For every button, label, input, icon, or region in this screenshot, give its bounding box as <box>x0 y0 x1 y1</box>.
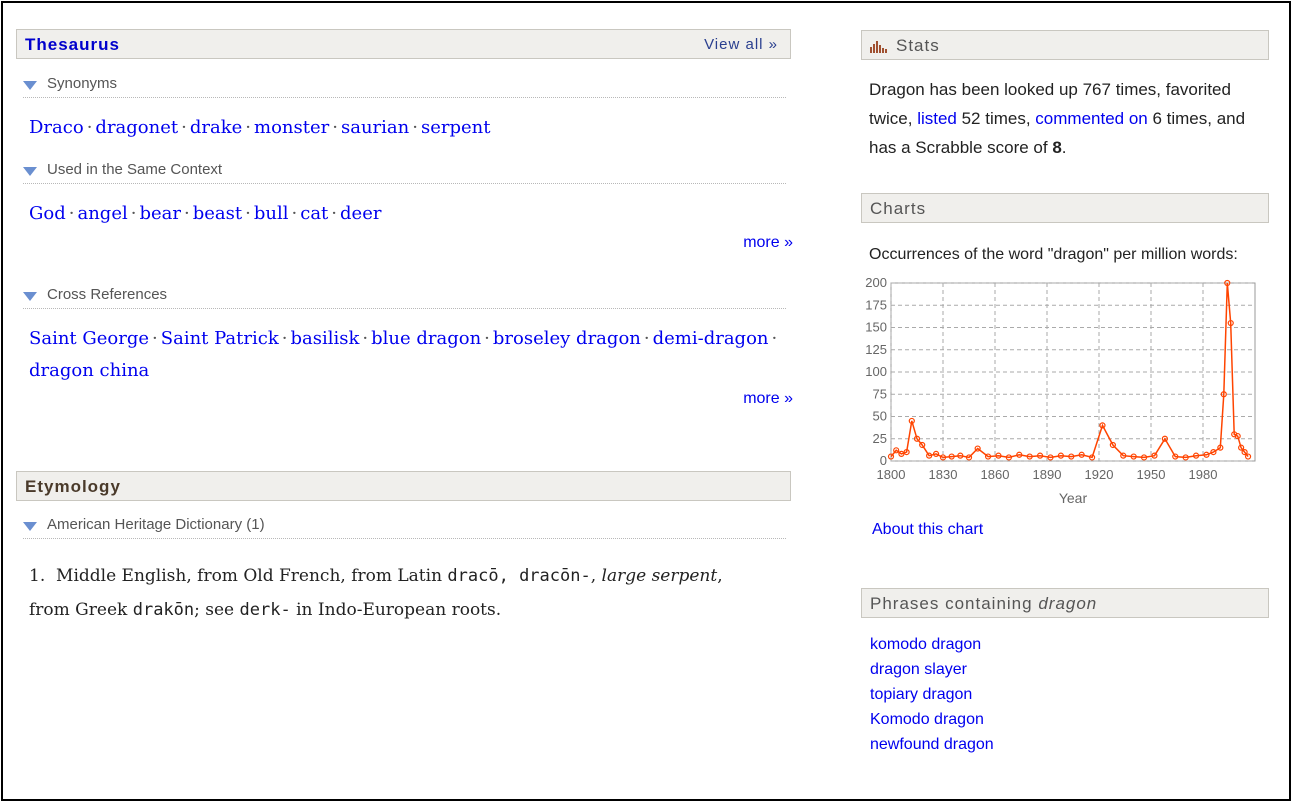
latin-form: dracō, dracōn- <box>447 566 591 586</box>
etymology-part: Middle English, from Old French, from La… <box>56 566 448 586</box>
expand-triangle-icon <box>23 167 37 176</box>
bar-chart-icon <box>870 41 887 53</box>
y-tick-label: 150 <box>865 320 887 335</box>
y-tick-label: 75 <box>873 386 887 401</box>
listed-link[interactable]: listed <box>917 109 957 128</box>
stats-title: Stats <box>896 36 940 55</box>
context-link[interactable]: bear <box>139 203 181 224</box>
expand-triangle-icon <box>23 292 37 301</box>
x-tick-label: 1890 <box>1033 467 1062 482</box>
synonym-link[interactable]: drake <box>190 117 242 138</box>
x-tick-label: 1980 <box>1189 467 1218 482</box>
etymology-part: ; see <box>194 600 240 620</box>
phrase-link[interactable]: dragon slayer <box>870 661 967 679</box>
stats-header: Stats <box>861 30 1269 60</box>
synonyms-list: Draco · dragonet · drake · monster · saurian · ser… <box>29 117 491 138</box>
etymology-gloss: large serpent <box>601 566 718 586</box>
y-tick-label: 200 <box>865 275 887 290</box>
etymology-title: Etymology <box>25 477 121 496</box>
xref-link[interactable]: broseley dragon <box>493 328 641 349</box>
y-tick-label: 0 <box>880 453 887 468</box>
xref-label: Cross References <box>47 286 168 303</box>
ie-root: derk- <box>239 600 291 620</box>
phrases-title: Phrases containing dragon <box>870 594 1097 614</box>
y-tick-label: 25 <box>873 431 887 446</box>
phrases-title-word: dragon <box>1038 594 1098 613</box>
context-link[interactable]: bull <box>254 203 289 224</box>
phrase-link[interactable]: topiary dragon <box>870 686 972 704</box>
context-link[interactable]: beast <box>193 203 242 224</box>
xref-link[interactable]: blue dragon <box>371 328 481 349</box>
context-more-link[interactable]: more » <box>743 234 793 252</box>
xref-list-line2: dragon china <box>29 360 149 381</box>
x-tick-label: 1830 <box>929 467 958 482</box>
xref-list-line1: Saint George · Saint Patrick · basilisk · blue… <box>29 328 778 349</box>
xref-link[interactable]: Saint George <box>29 328 149 349</box>
y-tick-label: 50 <box>873 409 887 424</box>
ahd-label: American Heritage Dictionary (1) <box>47 516 265 533</box>
synonym-link[interactable]: monster <box>254 117 329 138</box>
context-link[interactable]: God <box>29 203 66 224</box>
synonym-link[interactable]: dragonet <box>95 117 178 138</box>
frequency-chart[interactable]: 0 25 50 75 100 125 150 175 200 1800 1830 1860 1890 19… <box>853 271 1273 511</box>
etymology-part: , <box>590 566 602 586</box>
view-all-link[interactable]: View all » <box>704 36 778 53</box>
greek-form: drakōn <box>132 600 195 620</box>
stats-part: 52 times, <box>956 109 1036 128</box>
expand-triangle-icon <box>23 522 37 531</box>
context-label: Used in the Same Context <box>47 161 223 178</box>
ahd-subheader[interactable]: American Heritage Dictionary (1) <box>23 516 786 539</box>
xref-link[interactable]: dragon china <box>29 360 149 381</box>
xref-more-link[interactable]: more » <box>743 390 793 408</box>
x-tick-label: 1950 <box>1137 467 1166 482</box>
synonym-link[interactable]: Draco <box>29 117 84 138</box>
etymology-header: Etymology <box>16 471 791 501</box>
y-tick-label: 125 <box>865 342 887 357</box>
phrases-title-prefix: Phrases containing <box>870 594 1039 613</box>
phrases-header: Phrases containing dragon <box>861 588 1269 618</box>
x-tick-label: 1800 <box>877 467 906 482</box>
x-axis-label: Year <box>1059 490 1088 506</box>
etymology-part: in Indo-European roots. <box>290 600 502 620</box>
thesaurus-title: Thesaurus <box>25 35 120 54</box>
about-chart-link[interactable]: About this chart <box>872 521 983 539</box>
etymology-number: 1. <box>29 566 46 586</box>
thesaurus-header: Thesaurus View all » <box>16 29 791 59</box>
synonyms-label: Synonyms <box>47 75 118 92</box>
y-tick-label: 175 <box>865 297 887 312</box>
xref-link[interactable]: basilisk <box>290 328 359 349</box>
context-list: God · angel · bear · beast · bull · cat · deer <box>29 203 382 224</box>
synonyms-subheader[interactable]: Synonyms <box>23 75 786 98</box>
chart-caption: Occurrences of the word "dragon" per mil… <box>869 246 1238 263</box>
phrase-link[interactable]: newfound dragon <box>870 736 994 754</box>
stats-text: Dragon has been looked up 767 times, fav… <box>869 75 1274 162</box>
etymology-text: 1. Middle English, from Old French, from… <box>29 559 749 627</box>
xref-link[interactable]: demi-dragon <box>653 328 769 349</box>
charts-title: Charts <box>870 199 927 218</box>
synonym-link[interactable]: saurian <box>341 117 409 138</box>
phrase-link[interactable]: Komodo dragon <box>870 711 984 729</box>
context-link[interactable]: deer <box>340 203 381 224</box>
scrabble-score: 8 <box>1052 138 1062 157</box>
commented-link[interactable]: commented on <box>1035 109 1147 128</box>
synonym-link[interactable]: serpent <box>421 117 491 138</box>
stats-part: . <box>1061 138 1067 157</box>
context-link[interactable]: cat <box>300 203 328 224</box>
x-tick-label: 1860 <box>981 467 1010 482</box>
expand-triangle-icon <box>23 81 37 90</box>
chart-grid <box>890 282 1256 462</box>
phrase-link[interactable]: komodo dragon <box>870 636 981 654</box>
xref-link[interactable]: Saint Patrick <box>161 328 279 349</box>
xref-subheader[interactable]: Cross References <box>23 286 786 309</box>
y-tick-label: 100 <box>865 364 887 379</box>
context-subheader[interactable]: Used in the Same Context <box>23 161 786 184</box>
charts-header: Charts <box>861 193 1269 223</box>
context-link[interactable]: angel <box>77 203 127 224</box>
x-tick-label: 1920 <box>1085 467 1114 482</box>
page-frame: Thesaurus View all » Synonyms Draco · drag… <box>1 1 1291 801</box>
